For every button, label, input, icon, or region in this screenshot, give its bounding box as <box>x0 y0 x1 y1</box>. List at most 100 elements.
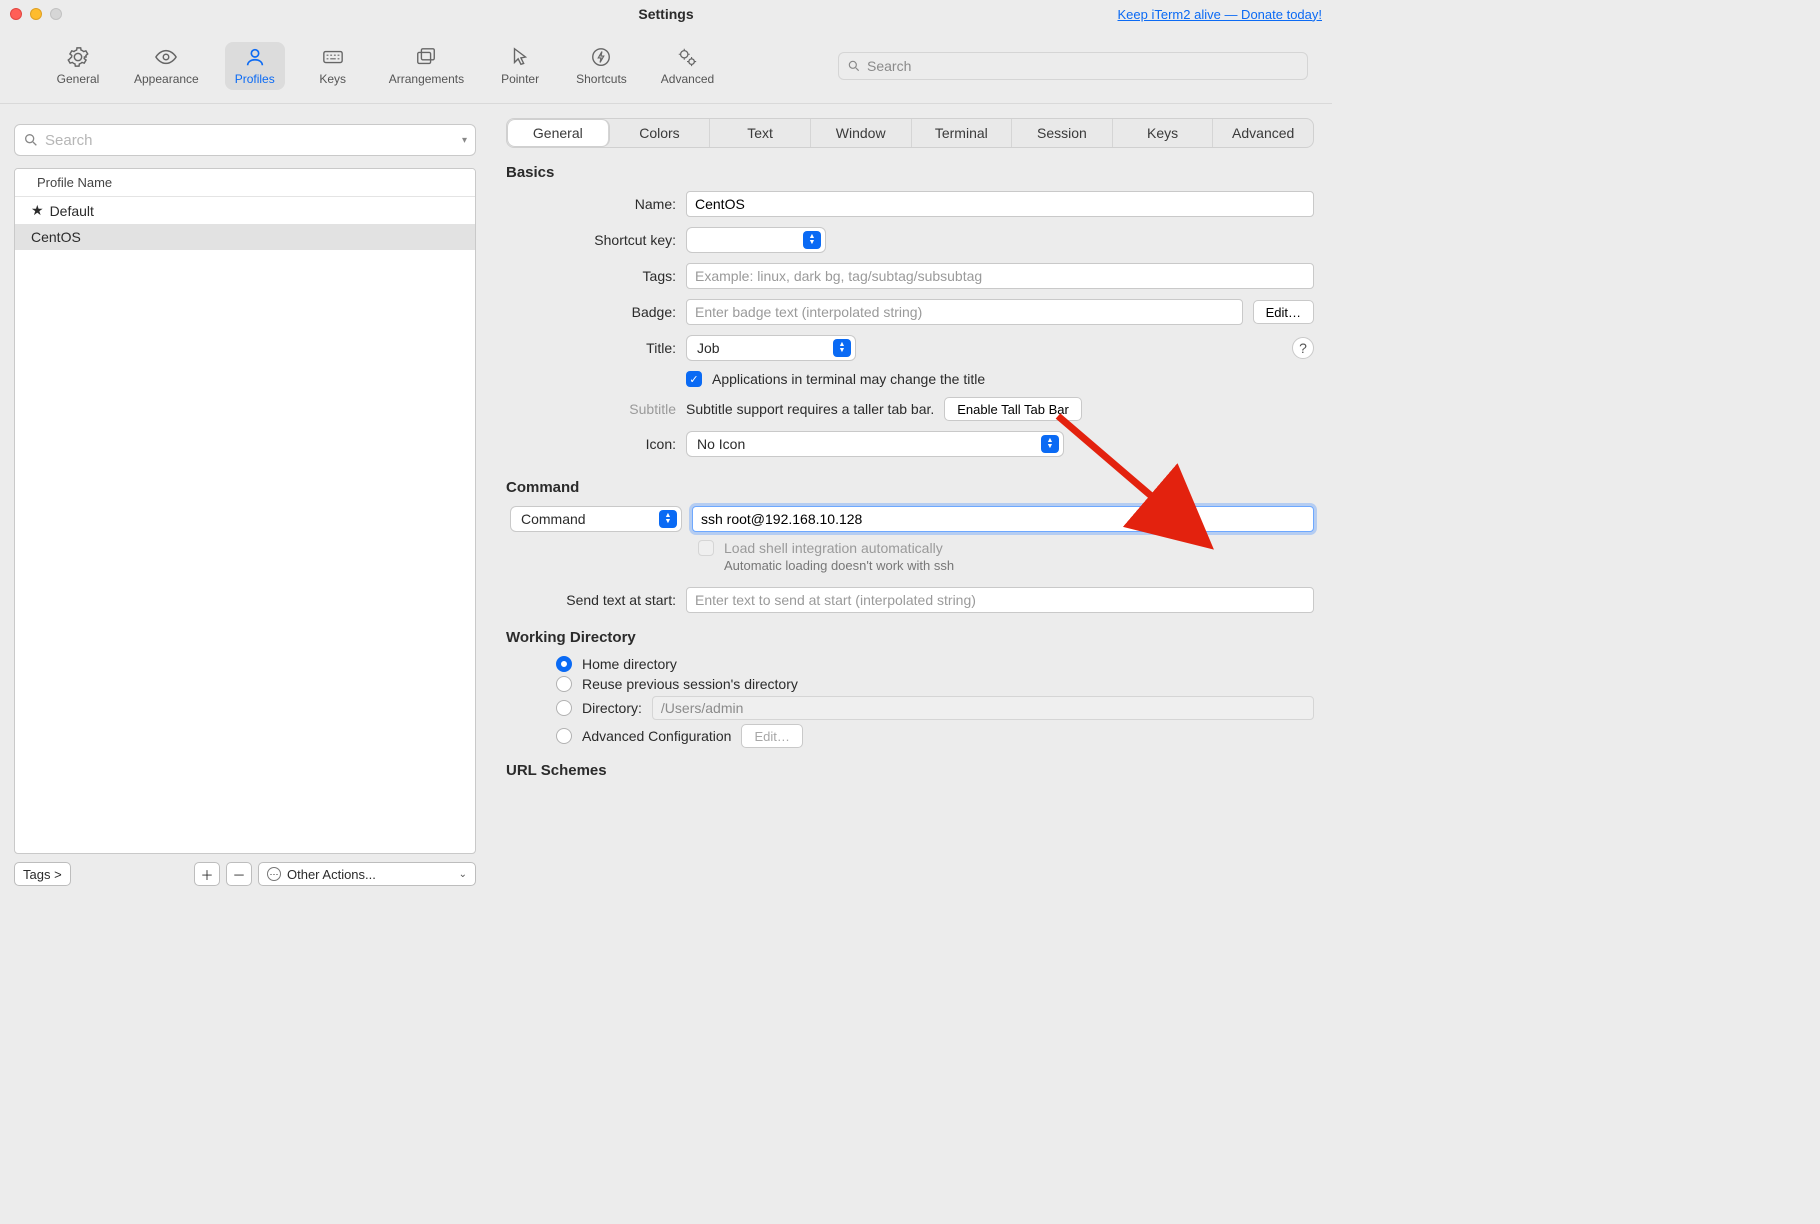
updown-arrows-icon: ▲▼ <box>803 231 821 249</box>
other-actions-menu[interactable]: ⋯ Other Actions... ⌄ <box>258 862 476 886</box>
subtitle-label: Subtitle <box>506 401 676 417</box>
badge-edit-button[interactable]: Edit… <box>1253 300 1314 324</box>
command-type-value: Command <box>521 511 586 527</box>
profile-row-label: CentOS <box>31 229 81 245</box>
command-type-select[interactable]: Command ▲▼ <box>510 506 682 532</box>
workdir-dir-value: /Users/admin <box>652 696 1314 720</box>
enable-tall-tab-button[interactable]: Enable Tall Tab Bar <box>944 397 1082 421</box>
load-shell-label: Load shell integration automatically <box>724 540 943 556</box>
send-text-input[interactable] <box>686 587 1314 613</box>
workdir-home-label: Home directory <box>582 656 677 672</box>
workdir-home-row[interactable]: Home directory <box>556 656 1314 672</box>
pointer-icon <box>507 46 533 68</box>
gears-icon <box>674 46 700 68</box>
profile-detail-pane: General Colors Text Window Terminal Sess… <box>488 104 1332 898</box>
profile-list: Profile Name ★ Default CentOS <box>14 168 476 854</box>
sub-tab-advanced[interactable]: Advanced <box>1213 119 1313 147</box>
workdir-reuse-row[interactable]: Reuse previous session's directory <box>556 676 1314 692</box>
sub-tab-general[interactable]: General <box>508 120 609 146</box>
profile-search[interactable]: ▾ <box>14 124 476 156</box>
radio-advanced[interactable] <box>556 728 572 744</box>
add-profile-button[interactable]: ＋ <box>194 862 220 886</box>
subtitle-message: Subtitle support requires a taller tab b… <box>686 401 934 417</box>
updown-arrows-icon: ▲▼ <box>833 339 851 357</box>
apps-change-title-checkbox[interactable]: ✓ <box>686 371 702 387</box>
sub-tab-window[interactable]: Window <box>811 119 912 147</box>
toolbar-keys[interactable]: Keys <box>303 42 363 90</box>
workdir-adv-label: Advanced Configuration <box>582 728 731 744</box>
sub-tab-terminal[interactable]: Terminal <box>912 119 1013 147</box>
load-shell-note: Automatic loading doesn't work with ssh <box>724 558 1314 573</box>
main-toolbar: General Appearance Profiles Keys Arrange… <box>0 28 1332 104</box>
shortcut-select[interactable]: ▲▼ <box>686 227 826 253</box>
chevron-down-icon[interactable]: ▾ <box>462 135 467 146</box>
profile-sub-tabs: General Colors Text Window Terminal Sess… <box>506 118 1314 148</box>
sub-tab-session[interactable]: Session <box>1012 119 1113 147</box>
load-shell-checkbox <box>698 540 714 556</box>
section-workdir-title: Working Directory <box>506 629 1314 646</box>
toolbar-arrangements[interactable]: Arrangements <box>381 42 472 90</box>
toolbar-label: Keys <box>319 72 346 86</box>
toolbar-shortcuts[interactable]: Shortcuts <box>568 42 635 90</box>
radio-home[interactable] <box>556 656 572 672</box>
shortcut-label: Shortcut key: <box>506 232 676 248</box>
profile-list-header: Profile Name <box>15 169 475 197</box>
badge-label: Badge: <box>506 304 676 320</box>
toolbar-label: Shortcuts <box>576 72 627 86</box>
command-input[interactable] <box>692 506 1314 532</box>
windows-icon <box>413 46 439 68</box>
toolbar-advanced[interactable]: Advanced <box>653 42 722 90</box>
toolbar-search[interactable] <box>838 52 1308 80</box>
workdir-directory-row[interactable]: Directory: /Users/admin <box>556 696 1314 720</box>
profile-row-default[interactable]: ★ Default <box>15 197 475 224</box>
tags-label: Tags: <box>506 268 676 284</box>
title-label: Title: <box>506 340 676 356</box>
profile-row-centos[interactable]: CentOS <box>15 224 475 250</box>
workdir-advanced-row[interactable]: Advanced Configuration Edit… <box>556 724 1314 748</box>
workdir-reuse-label: Reuse previous session's directory <box>582 676 798 692</box>
tags-button[interactable]: Tags > <box>14 862 71 886</box>
titlebar: Settings Keep iTerm2 alive — Donate toda… <box>0 0 1332 28</box>
help-button[interactable]: ? <box>1292 337 1314 359</box>
sub-tab-text[interactable]: Text <box>710 119 811 147</box>
section-command-title: Command <box>506 479 1314 496</box>
send-text-label: Send text at start: <box>506 592 676 608</box>
toolbar-label: Pointer <box>501 72 539 86</box>
badge-input[interactable] <box>686 299 1243 325</box>
title-select-value: Job <box>697 340 720 356</box>
icon-select[interactable]: No Icon ▲▼ <box>686 431 1064 457</box>
bolt-icon <box>588 46 614 68</box>
updown-arrows-icon: ▲▼ <box>659 510 677 528</box>
radio-reuse[interactable] <box>556 676 572 692</box>
profile-list-footer: Tags > ＋ － ⋯ Other Actions... ⌄ <box>14 862 476 886</box>
toolbar-general[interactable]: General <box>48 42 108 90</box>
title-select[interactable]: Job ▲▼ <box>686 335 856 361</box>
apps-change-title-label: Applications in terminal may change the … <box>712 371 985 387</box>
toolbar-appearance[interactable]: Appearance <box>126 42 207 90</box>
profile-search-input[interactable] <box>45 132 458 149</box>
person-icon <box>242 46 268 68</box>
name-input[interactable] <box>686 191 1314 217</box>
toolbar-label: Arrangements <box>389 72 464 86</box>
toolbar-pointer[interactable]: Pointer <box>490 42 550 90</box>
star-icon: ★ <box>31 202 44 219</box>
tags-input[interactable] <box>686 263 1314 289</box>
toolbar-label: General <box>57 72 100 86</box>
window-title: Settings <box>0 6 1332 22</box>
toolbar-label: Profiles <box>235 72 275 86</box>
workdir-dir-label: Directory: <box>582 700 642 716</box>
updown-arrows-icon: ▲▼ <box>1041 435 1059 453</box>
workdir-adv-edit-button[interactable]: Edit… <box>741 724 802 748</box>
gear-icon <box>65 46 91 68</box>
radio-directory[interactable] <box>556 700 572 716</box>
other-actions-label: Other Actions... <box>287 867 376 882</box>
eye-icon <box>153 46 179 68</box>
toolbar-label: Advanced <box>661 72 714 86</box>
toolbar-search-input[interactable] <box>867 58 1299 74</box>
remove-profile-button[interactable]: － <box>226 862 252 886</box>
sub-tab-colors[interactable]: Colors <box>610 119 711 147</box>
sub-tab-keys[interactable]: Keys <box>1113 119 1214 147</box>
keyboard-icon <box>320 46 346 68</box>
toolbar-profiles[interactable]: Profiles <box>225 42 285 90</box>
content-area: ▾ Profile Name ★ Default CentOS Tags > ＋… <box>0 104 1332 898</box>
